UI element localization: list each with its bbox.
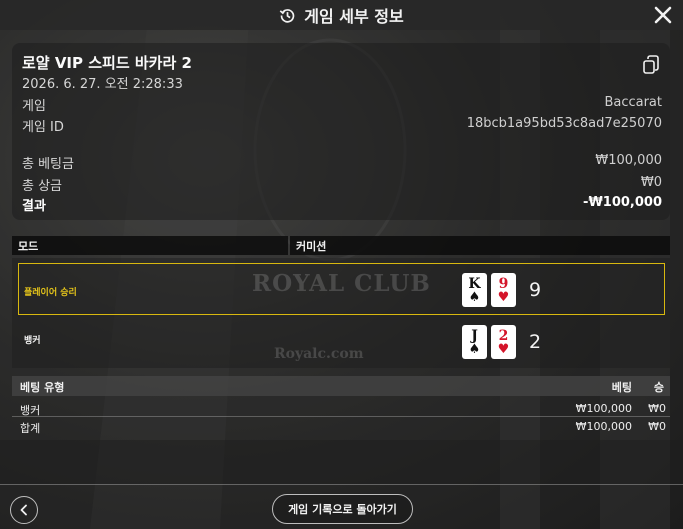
total-win-cell: ₩0 — [648, 420, 666, 433]
game-info-card: 로얄 VIP 스피드 바카라 2 2026. 6. 27. 오전 2:28:33… — [12, 43, 670, 220]
close-icon[interactable] — [651, 3, 675, 27]
total-label-cell: 합계 — [20, 422, 41, 435]
total-bet-value: ₩100,000 — [595, 153, 662, 168]
back-button[interactable] — [10, 496, 38, 524]
card-rank: J — [471, 327, 478, 344]
game-label: 게임 — [22, 99, 46, 114]
chevron-left-icon — [20, 504, 27, 516]
game-id-row: 게임 ID 18bcb1a95bd53c8ad7e25070 — [22, 116, 662, 135]
total-bet-label: 총 베팅금 — [22, 157, 74, 172]
bet-type-header: 베팅 유형 — [20, 381, 65, 394]
history-icon — [279, 8, 295, 23]
total-bet-row: 총 베팅금 ₩100,000 — [22, 153, 662, 172]
copy-icon[interactable] — [642, 55, 660, 75]
game-title-row: 로얄 VIP 스피드 바카라 2 — [22, 52, 662, 73]
game-id-label: 게임 ID — [22, 120, 64, 135]
round-result-section: ROYAL CLUB Royalc.com 플레이어 승리 K ♠ 9 ♥ 9 … — [12, 258, 670, 368]
player-card-1: K ♠ — [462, 273, 487, 307]
result-value: -₩100,000 — [583, 195, 662, 210]
datetime-row: 2026. 6. 27. 오전 2:28:33 — [22, 73, 662, 92]
commission-header: 커미션 — [290, 236, 670, 255]
game-type-row: 게임 Baccarat — [22, 95, 662, 114]
total-win-row: 총 상금 ₩0 — [22, 175, 662, 194]
spade-icon: ♠ — [468, 341, 481, 357]
card-rank: 2 — [498, 327, 509, 344]
player-card-2: 9 ♥ — [491, 273, 516, 307]
banker-label: 뱅커 — [24, 336, 41, 346]
spade-icon: ♠ — [468, 289, 481, 305]
card-rank: 9 — [498, 275, 509, 292]
player-win-label: 플레이어 승리 — [24, 288, 77, 298]
header-bar: 게임 세부 정보 — [0, 0, 683, 30]
game-table-name: 로얄 VIP 스피드 바카라 2 — [22, 54, 192, 72]
result-label: 결과 — [22, 199, 46, 214]
page-title: 게임 세부 정보 — [304, 7, 404, 26]
mode-commission-bar: 모드 커미션 — [12, 236, 670, 255]
win-amount-header: 승 — [653, 381, 664, 394]
bets-table-header: 베팅 유형 베팅 승 — [12, 376, 670, 396]
total-win-label: 총 상금 — [22, 179, 63, 194]
total-row: 합계 ₩100,000 ₩0 — [12, 417, 670, 435]
heart-icon: ♥ — [497, 289, 510, 305]
table-row: 뱅커 ₩100,000 ₩0 — [12, 399, 670, 417]
game-datetime: 2026. 6. 27. 오전 2:28:33 — [22, 77, 183, 92]
footer-divider — [0, 484, 683, 485]
player-result-row: 플레이어 승리 K ♠ 9 ♥ 9 — [18, 263, 665, 315]
bet-amount-cell: ₩100,000 — [575, 402, 632, 415]
game-id-value[interactable]: 18bcb1a95bd53c8ad7e25070 — [467, 116, 662, 135]
mode-header: 모드 — [12, 236, 288, 255]
banker-card-1: J ♠ — [462, 325, 487, 359]
royalc-watermark: Royalc.com — [274, 346, 364, 362]
total-bet-cell: ₩100,000 — [575, 420, 632, 433]
player-score: 9 — [529, 279, 542, 301]
back-to-history-button[interactable]: 게임 기록으로 돌아가기 — [272, 494, 413, 524]
banker-card-2: 2 ♥ — [491, 325, 516, 359]
heart-icon: ♥ — [497, 341, 510, 357]
bet-amount-header: 베팅 — [611, 381, 632, 394]
banker-score: 2 — [529, 331, 542, 353]
game-value: Baccarat — [604, 95, 662, 110]
total-win-value: ₩0 — [640, 175, 662, 190]
result-row: 결과 -₩100,000 — [22, 195, 662, 214]
header-title-group: 게임 세부 정보 — [279, 3, 404, 27]
card-rank: K — [468, 275, 481, 292]
win-amount-cell: ₩0 — [648, 402, 666, 415]
